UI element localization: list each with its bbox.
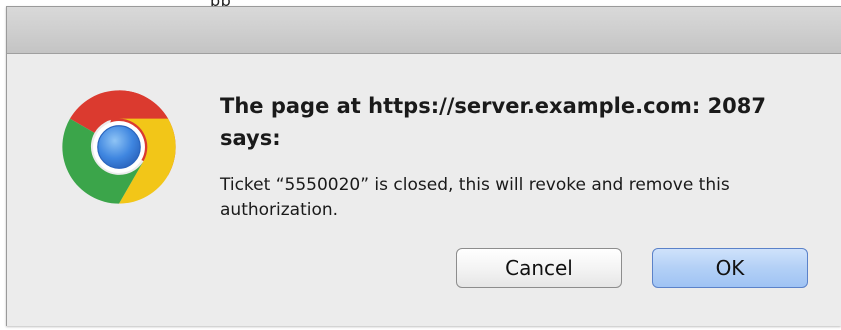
dialog-message: Ticket “5550020” is closed, this will re… — [220, 175, 730, 220]
dialog-title: The page at https://server.example.com: … — [220, 94, 767, 150]
chrome-logo-icon — [62, 90, 176, 204]
screen: pp The page at https://server.example.co… — [0, 0, 841, 330]
dialog-titlebar[interactable] — [7, 7, 841, 54]
ok-button[interactable]: OK — [652, 248, 808, 288]
cancel-button[interactable]: Cancel — [456, 248, 622, 288]
chrome-logo-center — [97, 125, 141, 169]
